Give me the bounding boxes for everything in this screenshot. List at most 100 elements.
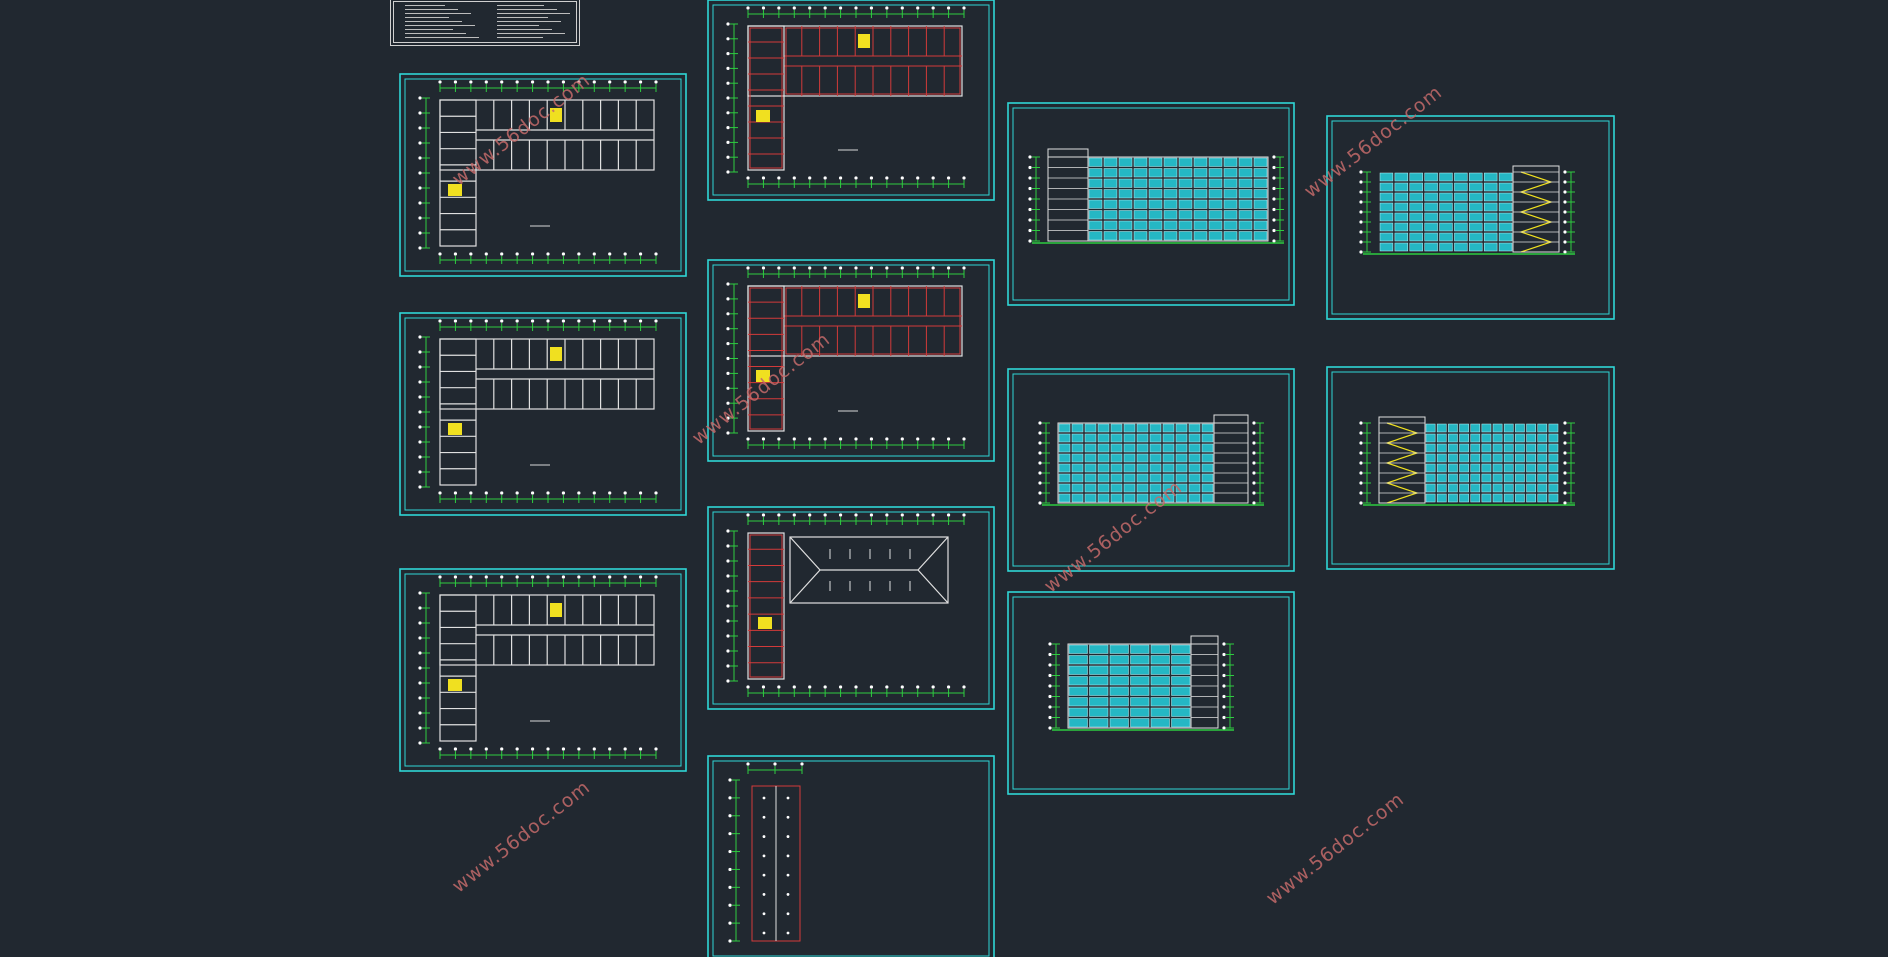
sheet-stair-detail[interactable]: [707, 755, 995, 957]
window-panel: [1503, 463, 1514, 473]
axis-bubble: [484, 747, 488, 751]
axis-bubble: [484, 319, 488, 323]
window-panel: [1163, 168, 1178, 178]
window-panel: [1103, 199, 1118, 209]
axis-bubble: [726, 297, 730, 301]
window-panel: [1454, 212, 1468, 222]
window-panel: [1469, 172, 1483, 182]
axis-bubble: [946, 266, 951, 270]
axis-bubble: [561, 491, 566, 495]
axis-bubble: [623, 747, 627, 751]
axis-bubble: [726, 574, 730, 578]
window-panel: [1130, 697, 1150, 707]
window-panel: [1123, 453, 1136, 463]
window-panel: [1178, 157, 1193, 167]
axis-bubble: [469, 747, 473, 751]
axis-bubble: [418, 741, 422, 745]
window-panel: [1253, 199, 1268, 209]
window-panel: [1481, 463, 1492, 473]
sheet-section-2[interactable]: [1326, 366, 1615, 570]
window-panel: [1068, 644, 1088, 654]
axis-bubble: [469, 80, 473, 84]
axis-bubble: [453, 319, 458, 323]
axis-bubble: [1359, 210, 1363, 214]
window-panel: [1150, 665, 1170, 675]
sheet-plan-2[interactable]: [399, 312, 687, 516]
axis-bubble: [500, 252, 504, 256]
sheet-plan-3[interactable]: [399, 568, 687, 772]
window-panel: [1481, 483, 1492, 493]
window-panel: [1498, 242, 1513, 252]
sheet-plan-5[interactable]: [707, 259, 995, 462]
window-panel: [1483, 172, 1498, 182]
axis-bubble: [1038, 471, 1042, 475]
axis-bubble: [777, 6, 781, 10]
axis-bubble: [726, 544, 730, 548]
window-panel: [1470, 463, 1481, 473]
window-panel: [1171, 718, 1191, 728]
axis-bubble: [726, 170, 730, 174]
window-panel: [1379, 202, 1394, 212]
window-panel: [1089, 655, 1109, 665]
axis-bubble: [1252, 461, 1256, 465]
window-panel: [1409, 232, 1423, 242]
window-panel: [1459, 443, 1469, 453]
axis-bubble: [418, 440, 422, 444]
window-panel: [1238, 189, 1253, 199]
sheet-elevation-1[interactable]: [1007, 102, 1295, 306]
axis-bubble: [438, 575, 442, 579]
axis-bubble: [854, 176, 858, 180]
axis-bubble: [577, 252, 581, 256]
window-panel: [1163, 231, 1178, 241]
axis-bubble: [1028, 165, 1032, 170]
window-panel: [1130, 655, 1150, 665]
window-panel: [1515, 483, 1525, 493]
window-panel: [1498, 192, 1513, 202]
axis-bubble: [1272, 165, 1276, 170]
window-panel: [1193, 199, 1208, 209]
window-panel: [1208, 199, 1223, 209]
window-panel: [1118, 231, 1133, 241]
window-panel: [1148, 178, 1163, 188]
sheet-inner-border: [404, 573, 682, 767]
window-panel: [1436, 433, 1447, 443]
window-panel: [1424, 232, 1438, 242]
window-panel: [1118, 189, 1133, 199]
sheet-plan-4[interactable]: [707, 0, 995, 201]
axis-bubble: [746, 762, 750, 766]
axis-bubble: [885, 685, 889, 689]
window-panel: [1459, 463, 1469, 473]
window-panel: [1537, 443, 1548, 453]
axis-bubble: [808, 437, 812, 441]
axis-bubble: [418, 681, 422, 685]
drawing-canvas[interactable]: [0, 0, 1888, 957]
axis-bubble: [1048, 705, 1052, 709]
window-panel: [1188, 473, 1201, 483]
window-panel: [1171, 676, 1191, 686]
window-panel: [1436, 463, 1447, 473]
sheet-elevation-3[interactable]: [1007, 591, 1295, 795]
sheet-elevation-2[interactable]: [1007, 368, 1295, 572]
window-panel: [1454, 202, 1468, 212]
axis-bubble: [418, 591, 422, 595]
window-panel: [1526, 473, 1536, 483]
window-panel: [1379, 232, 1394, 242]
window-panel: [1110, 443, 1123, 453]
axis-bubble: [1048, 694, 1052, 699]
axis-bubble: [418, 470, 422, 474]
axis-bubble: [726, 111, 730, 115]
window-panel: [1503, 493, 1514, 503]
window-panel: [1068, 676, 1088, 686]
axis-bubble: [726, 126, 730, 130]
column-node: [762, 873, 766, 877]
axis-bubble: [946, 685, 951, 689]
sheet-roof-plan[interactable]: [707, 506, 995, 710]
window-panel: [1118, 220, 1133, 230]
stair-mark: [858, 294, 870, 308]
window-panel: [1109, 665, 1129, 675]
window-panel: [1425, 463, 1436, 473]
axis-bubble: [654, 319, 658, 323]
axis-bubble: [546, 252, 550, 256]
axis-bubble: [1359, 190, 1363, 194]
window-panel: [1133, 199, 1148, 209]
